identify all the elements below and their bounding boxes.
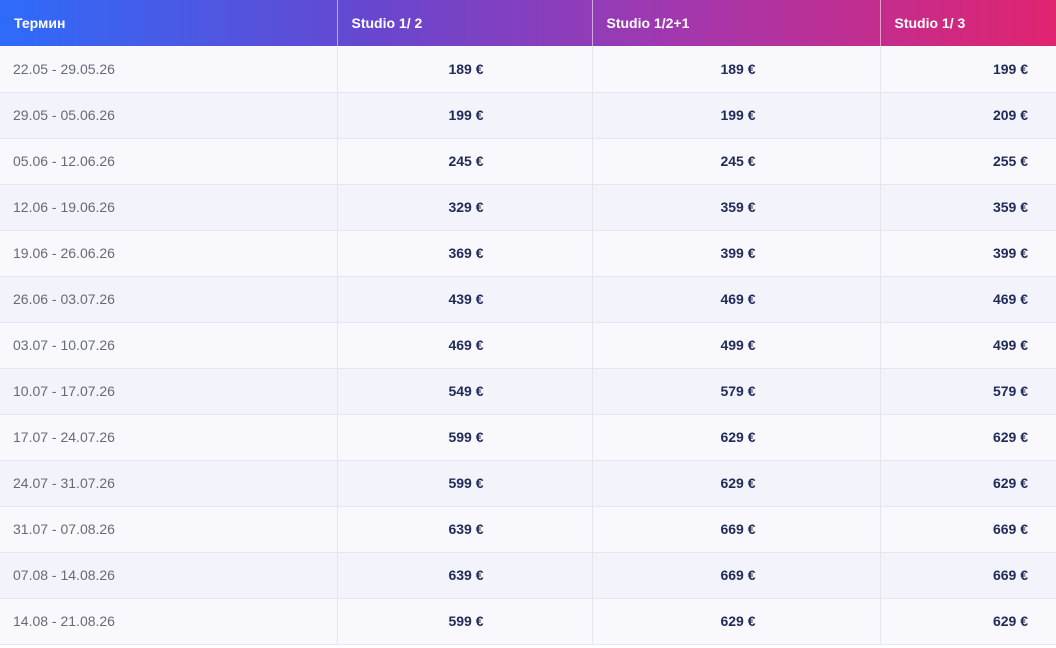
studio-1-2-1-price: 199 €	[592, 92, 881, 139]
period-cell: 07.08 - 14.08.26	[0, 552, 338, 599]
studio-1-2-price: 639 €	[337, 506, 593, 553]
period-cell: 12.06 - 19.06.26	[0, 184, 338, 231]
studio-1-2-1-price: 359 €	[592, 184, 881, 231]
studio-1-2-1-price: 499 €	[592, 322, 881, 369]
header-period: Термин	[0, 0, 338, 46]
studio-1-2-1-price: 629 €	[592, 414, 881, 461]
studio-1-2-1-price: 399 €	[592, 230, 881, 277]
table-row: 22.05 - 29.05.26 189 €189 €199 €	[0, 46, 1056, 93]
studio-1-3-price: 499 €	[880, 322, 1056, 369]
studio-1-2-1-price: 629 €	[592, 598, 881, 645]
table-row: 19.06 - 26.06.26 369 €399 €399 €	[0, 230, 1056, 277]
studio-1-2-price: 329 €	[337, 184, 593, 231]
studio-1-2-price: 639 €	[337, 552, 593, 599]
studio-1-3-price: 209 €	[880, 92, 1056, 139]
table-row: 29.05 - 05.06.26 199 €199 €209 €	[0, 92, 1056, 139]
table-row: 05.06 - 12.06.26 245 €245 €255 €	[0, 138, 1056, 185]
studio-1-3-price: 579 €	[880, 368, 1056, 415]
studio-1-2-1-price: 469 €	[592, 276, 881, 323]
studio-1-2-price: 599 €	[337, 598, 593, 645]
studio-1-2-1-price: 189 €	[592, 46, 881, 93]
table-row: 14.08 - 21.08.26 599 €629 €629 €	[0, 598, 1056, 645]
studio-1-2-price: 369 €	[337, 230, 593, 277]
header-studio-1-2-1: Studio 1/2+1	[592, 0, 881, 46]
studio-1-3-price: 199 €	[880, 46, 1056, 93]
table-row: 31.07 - 07.08.26 639 €669 €669 €	[0, 506, 1056, 553]
header-row: Термин Studio 1/ 2 Studio 1/2+1 Studio 1…	[0, 0, 1056, 46]
studio-1-3-price: 669 €	[880, 506, 1056, 553]
studio-1-3-price: 629 €	[880, 414, 1056, 461]
period-cell: 22.05 - 29.05.26	[0, 46, 338, 93]
studio-1-3-price: 399 €	[880, 230, 1056, 277]
table-row: 12.06 - 19.06.26 329 €359 €359 €	[0, 184, 1056, 231]
period-cell: 05.06 - 12.06.26	[0, 138, 338, 185]
studio-1-3-price: 469 €	[880, 276, 1056, 323]
studio-1-2-1-price: 669 €	[592, 552, 881, 599]
period-cell: 19.06 - 26.06.26	[0, 230, 338, 277]
studio-1-3-price: 359 €	[880, 184, 1056, 231]
table-row: 17.07 - 24.07.26 599 €629 €629 €	[0, 414, 1056, 461]
studio-1-2-1-price: 579 €	[592, 368, 881, 415]
studio-1-2-price: 549 €	[337, 368, 593, 415]
studio-1-3-price: 629 €	[880, 460, 1056, 507]
studio-1-2-price: 599 €	[337, 460, 593, 507]
period-cell: 14.08 - 21.08.26	[0, 598, 338, 645]
studio-1-2-price: 469 €	[337, 322, 593, 369]
period-cell: 24.07 - 31.07.26	[0, 460, 338, 507]
table-row: 24.07 - 31.07.26 599 €629 €629 €	[0, 460, 1056, 507]
header-studio-1-3: Studio 1/ 3	[894, 15, 966, 31]
studio-1-2-price: 199 €	[337, 92, 593, 139]
period-cell: 03.07 - 10.07.26	[0, 322, 338, 369]
studio-1-2-price: 599 €	[337, 414, 593, 461]
table-header: Термин Studio 1/ 2 Studio 1/2+1 Studio 1…	[0, 0, 1056, 46]
header-studio-1-2: Studio 1/ 2	[337, 0, 593, 46]
period-cell: 26.06 - 03.07.26	[0, 276, 338, 323]
studio-1-2-1-price: 669 €	[592, 506, 881, 553]
studio-1-2-price: 245 €	[337, 138, 593, 185]
period-cell: 31.07 - 07.08.26	[0, 506, 338, 553]
studio-1-2-1-price: 629 €	[592, 460, 881, 507]
period-cell: 10.07 - 17.07.26	[0, 368, 338, 415]
table-row: 07.08 - 14.08.26 639 €669 €669 €	[0, 552, 1056, 599]
studio-1-2-price: 439 €	[337, 276, 593, 323]
table-row: 10.07 - 17.07.26 549 €579 €579 €	[0, 368, 1056, 415]
studio-1-3-price: 669 €	[880, 552, 1056, 599]
studio-1-3-price: 629 €	[880, 598, 1056, 645]
studio-1-2-price: 189 €	[337, 46, 593, 93]
table-row: 03.07 - 10.07.26 469 €499 €499 €	[0, 322, 1056, 369]
table-row: 26.06 - 03.07.26 439 €469 €469 €	[0, 276, 1056, 323]
table-body: 22.05 - 29.05.26 189 €189 €199 €29.05 - 0…	[0, 46, 1056, 645]
period-cell: 29.05 - 05.06.26	[0, 92, 338, 139]
period-cell: 17.07 - 24.07.26	[0, 414, 338, 461]
studio-1-3-price: 255 €	[880, 138, 1056, 185]
price-table: Термин Studio 1/ 2 Studio 1/2+1 Studio 1…	[0, 0, 1056, 645]
studio-1-2-1-price: 245 €	[592, 138, 881, 185]
